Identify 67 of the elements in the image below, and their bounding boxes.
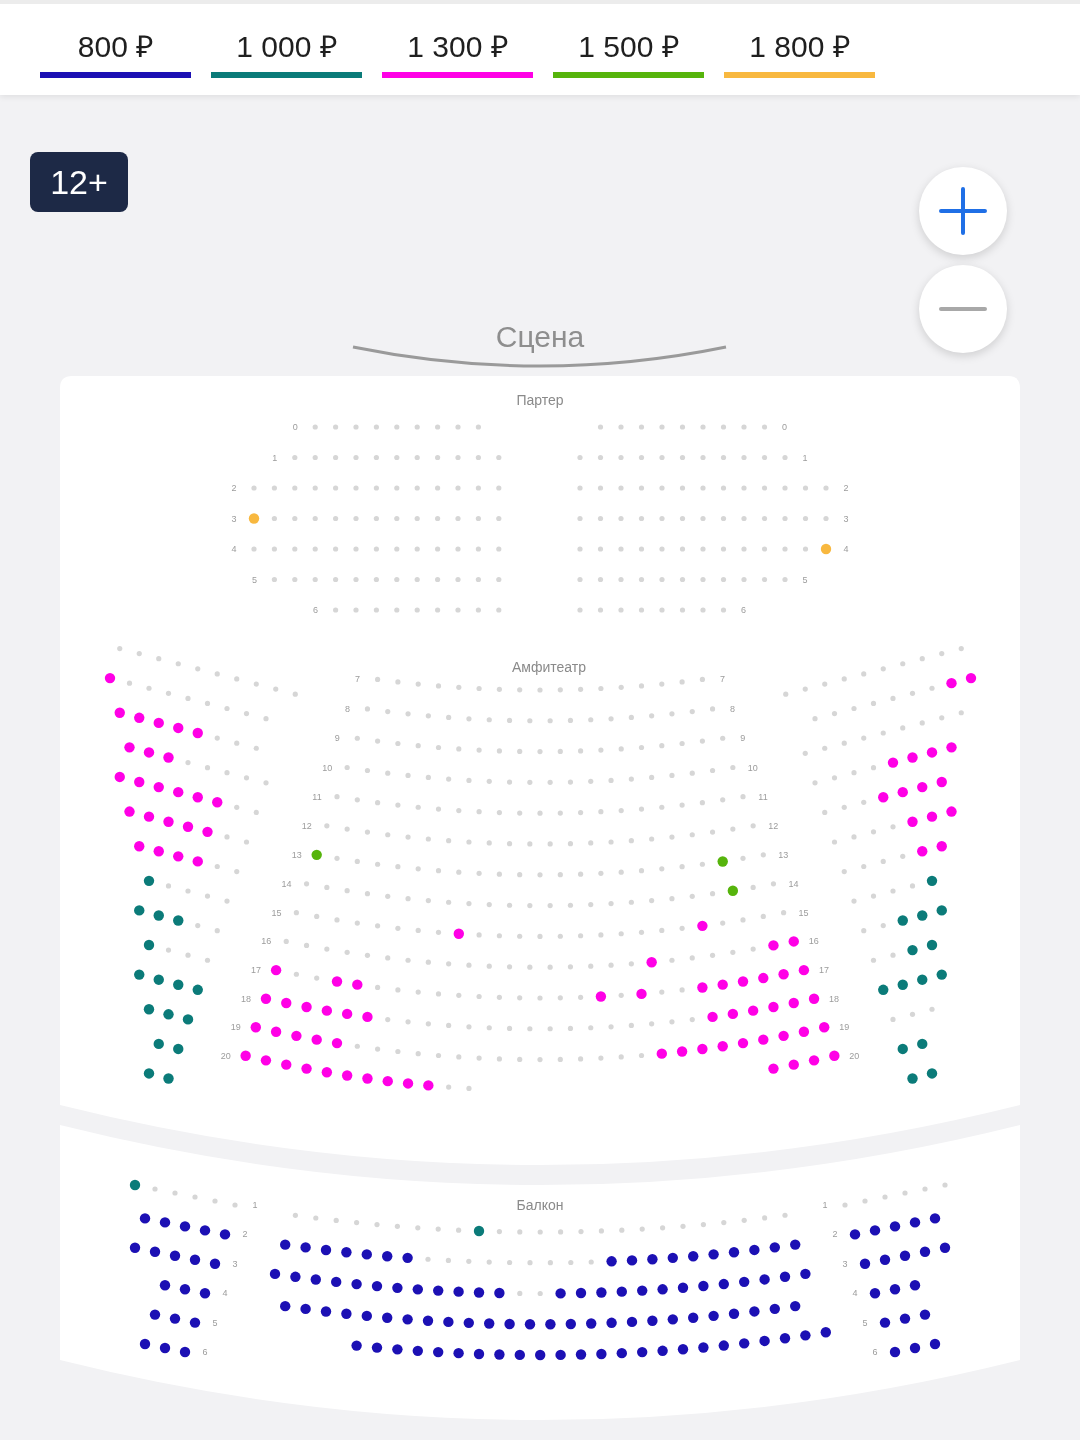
row-number: 12 (301, 820, 312, 831)
row-number: 16 (808, 936, 819, 947)
row-number: 20 (220, 1050, 231, 1061)
price-label: 800 ₽ (77, 29, 154, 65)
row-number: 12 (768, 820, 779, 831)
row-number: 6 (202, 1347, 208, 1357)
row-number: 5 (212, 1317, 218, 1328)
zoom-in-button[interactable] (919, 167, 1007, 255)
section-title: Амфитеатр (512, 659, 586, 675)
row-number: 5 (802, 574, 808, 585)
price-label: 1 000 ₽ (236, 29, 337, 65)
row-number: 8 (730, 703, 736, 714)
row-number: 3 (843, 513, 849, 524)
row-number: 20 (849, 1050, 860, 1061)
row-number: 10 (747, 762, 758, 773)
row-number: 4 (852, 1288, 858, 1299)
minus-icon (939, 305, 987, 313)
row-number: 11 (312, 791, 322, 802)
price-label: 1 800 ₽ (749, 29, 850, 65)
row-number: 1 (272, 452, 278, 463)
row-number: 1 (252, 1200, 258, 1210)
row-number: 2 (832, 1229, 838, 1240)
row-number: 8 (344, 703, 350, 714)
row-number: 17 (251, 965, 262, 976)
row-number: 9 (740, 733, 746, 744)
row-number: 5 (251, 574, 257, 585)
row-number: 0 (292, 422, 298, 432)
row-number: 13 (291, 849, 302, 860)
row-number: 2 (843, 483, 849, 493)
row-number: 18 (240, 993, 251, 1004)
row-number: 13 (778, 849, 789, 860)
row-number: 6 (872, 1347, 878, 1357)
row-number: 1 (802, 452, 808, 463)
row-number: 19 (230, 1022, 241, 1033)
row-number: 4 (222, 1288, 228, 1299)
row-number: 16 (261, 936, 272, 947)
row-number: 15 (798, 907, 809, 918)
row-number: 7 (355, 674, 361, 685)
stage-label: Сцена (495, 320, 585, 353)
row-number: 3 (231, 513, 237, 524)
price-label: 1 300 ₽ (407, 29, 508, 65)
row-number: 14 (788, 878, 799, 889)
row-number: 3 (842, 1258, 848, 1269)
row-number: 14 (281, 878, 292, 889)
price-label: 1 500 ₽ (578, 29, 679, 65)
row-number: 9 (334, 733, 340, 744)
row-number: 4 (843, 544, 849, 554)
section-title: Балкон (516, 1197, 564, 1213)
row-number: 2 (242, 1229, 248, 1240)
row-number: 3 (232, 1258, 238, 1269)
row-number: 6 (313, 605, 319, 615)
row-number: 17 (818, 965, 829, 976)
row-number: 5 (862, 1317, 868, 1328)
row-number: 2 (231, 483, 237, 493)
row-number: 4 (231, 544, 237, 554)
row-number: 10 (322, 762, 333, 773)
row-number: 0 (782, 422, 787, 432)
row-number: 11 (758, 791, 768, 802)
section-title: Партер (516, 392, 564, 408)
row-number: 19 (839, 1022, 850, 1033)
row-number: 7 (719, 674, 725, 685)
age-rating-badge: 12+ (30, 152, 128, 212)
row-number: 6 (741, 605, 746, 615)
plus-icon (939, 187, 987, 235)
row-number: 15 (271, 907, 282, 918)
row-number: 18 (829, 993, 840, 1004)
row-number: 1 (822, 1200, 828, 1210)
